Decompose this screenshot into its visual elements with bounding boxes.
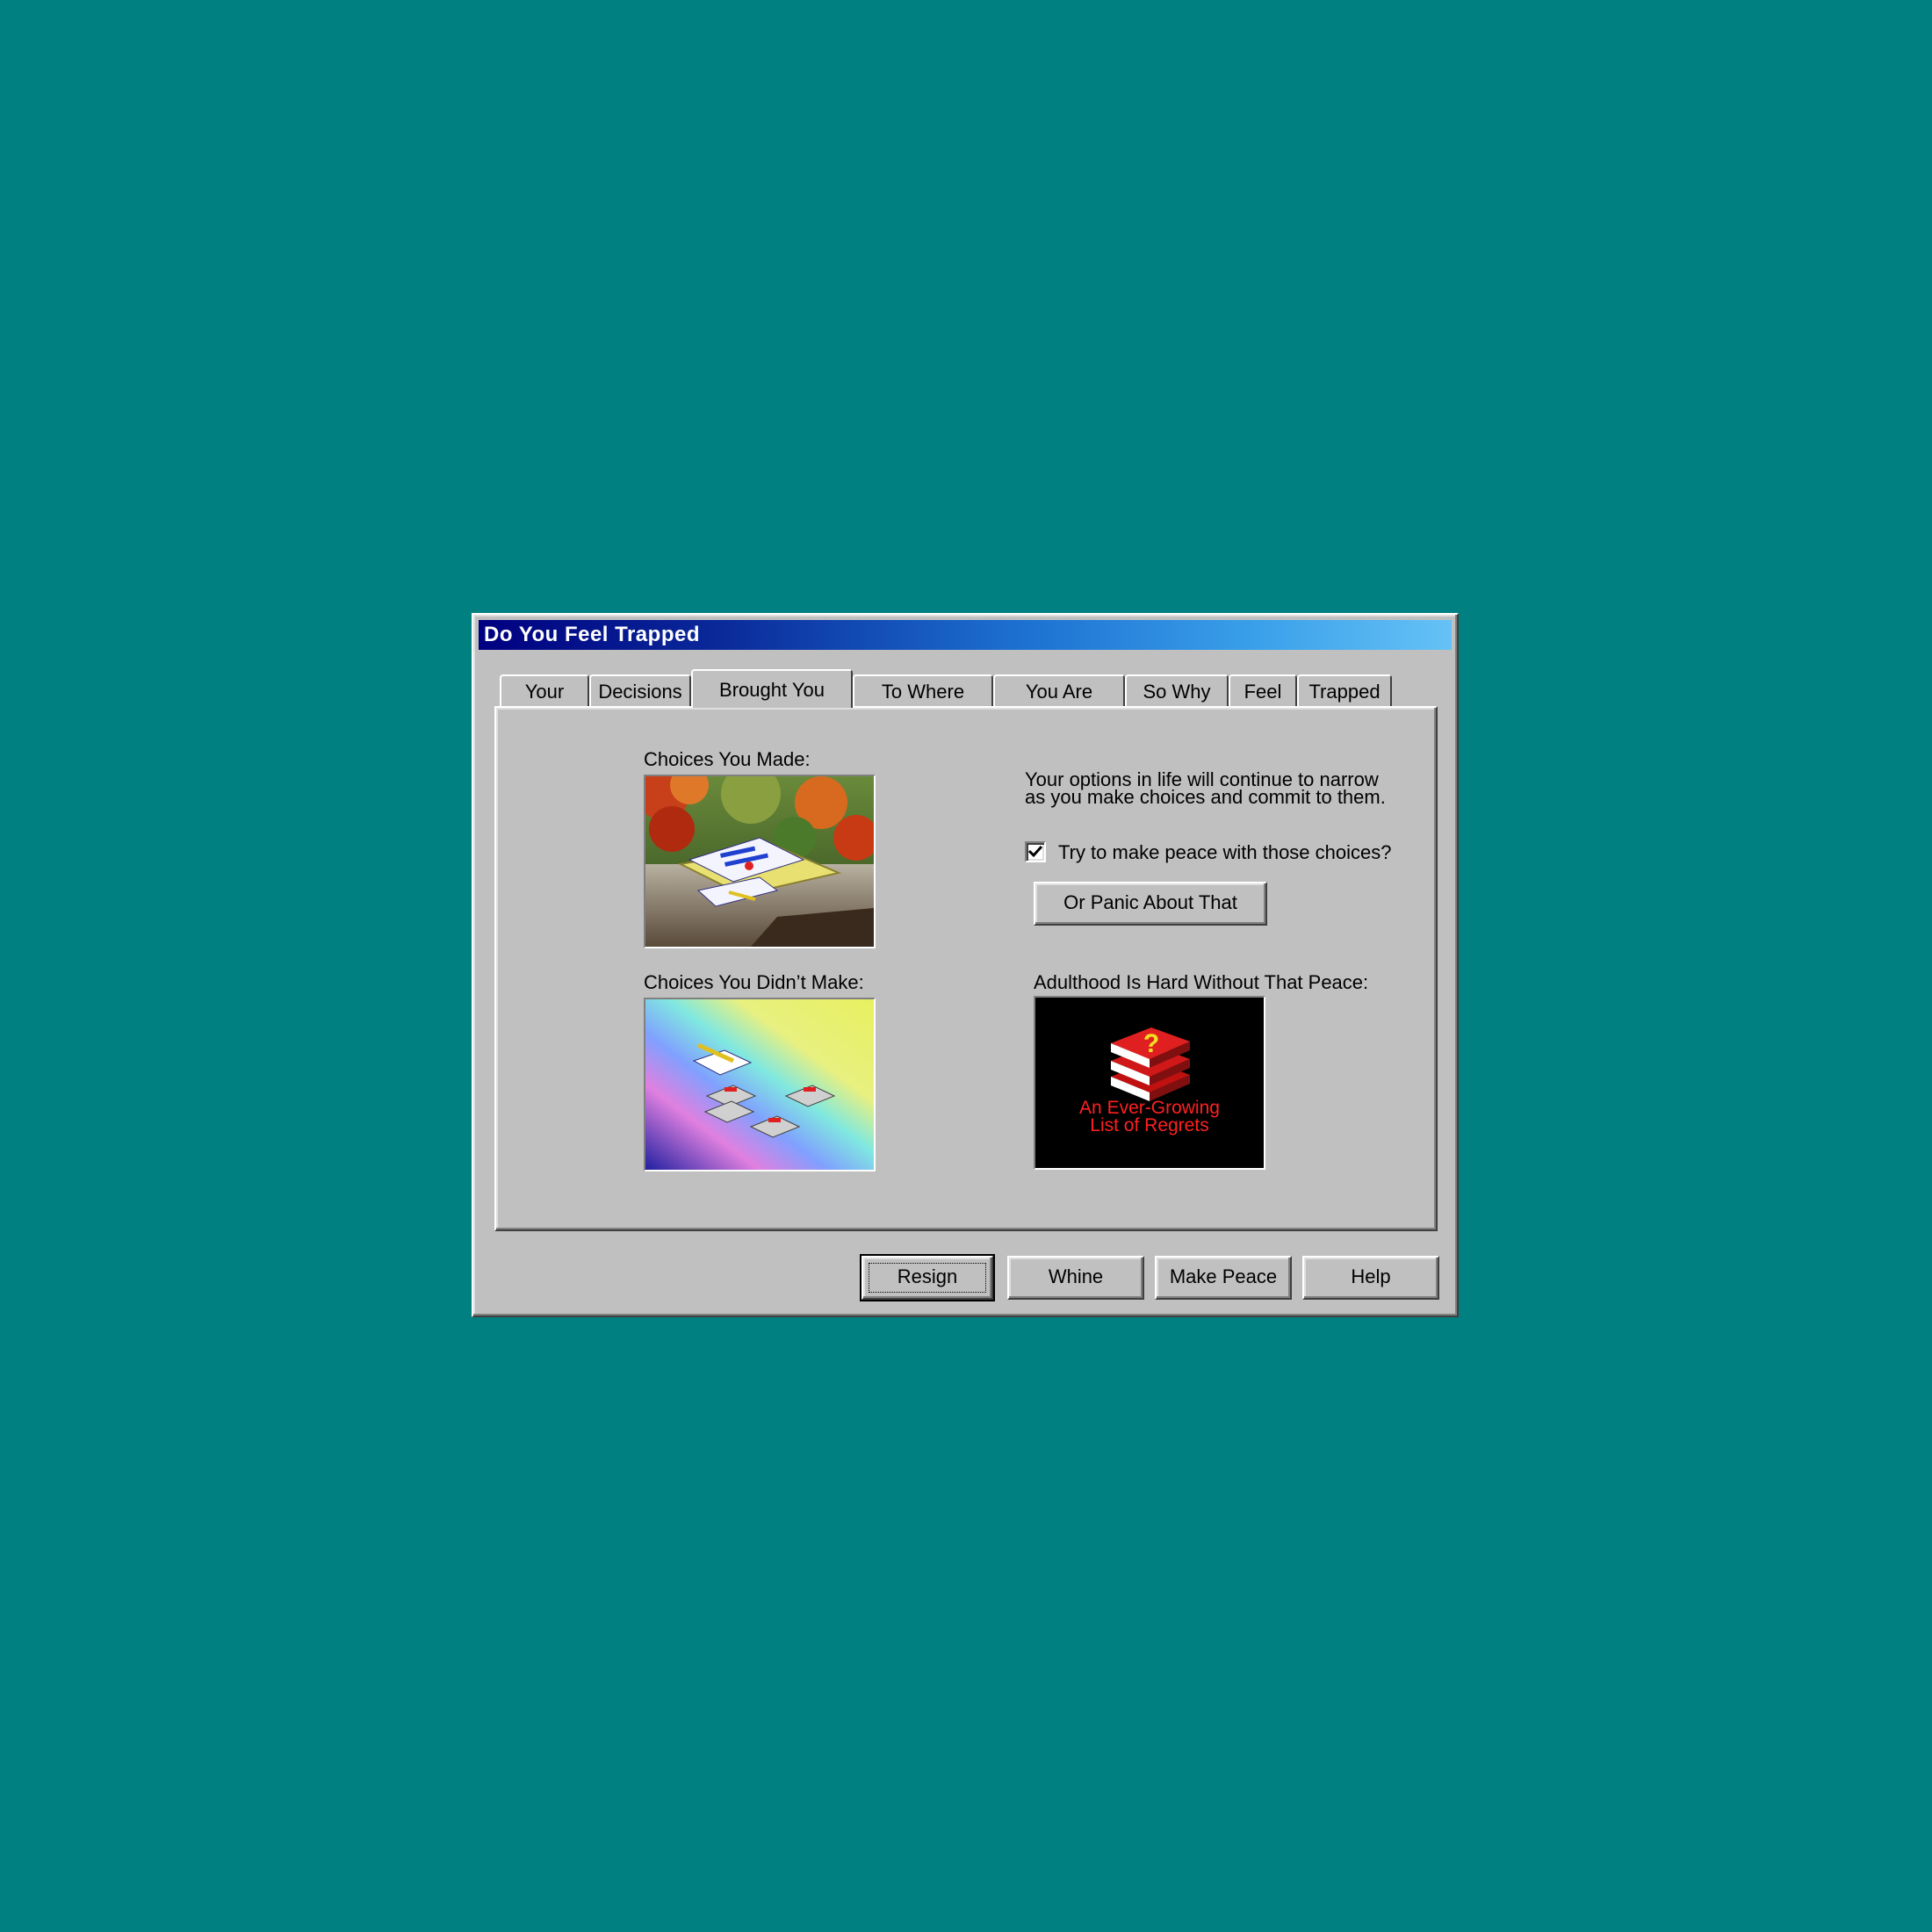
tab-panel: Choices You Made: Choices You Didn’t Mak…	[494, 706, 1438, 1231]
tab-label: To Where	[881, 681, 965, 703]
tab-feel[interactable]: Feel	[1229, 674, 1297, 708]
forest-folder-icon	[645, 776, 874, 947]
resign-button[interactable]: Resign	[860, 1254, 995, 1301]
whine-button[interactable]: Whine	[1007, 1256, 1144, 1300]
window-title: Do You Feel Trapped	[484, 623, 700, 646]
tab-trapped[interactable]: Trapped	[1297, 674, 1392, 708]
regrets-caption: An Ever-Growing List of Regrets	[1035, 1099, 1264, 1135]
tab-to-where[interactable]: To Where	[853, 674, 993, 708]
red-books-icon: ?	[1035, 998, 1264, 1168]
tab-label: Trapped	[1308, 681, 1381, 703]
regrets-line2: List of Regrets	[1090, 1115, 1209, 1135]
make-peace-button-label: Make Peace	[1169, 1265, 1278, 1287]
svg-text:?: ?	[1143, 1029, 1159, 1058]
regrets-image: ? An Ever-Growing List of Regrets	[1034, 996, 1265, 1170]
tab-label: You Are	[1025, 681, 1093, 703]
whine-button-label: Whine	[1048, 1265, 1104, 1287]
checkbox-label[interactable]: Try to make peace with those choices?	[1058, 841, 1391, 864]
peace-checkbox[interactable]	[1025, 841, 1046, 862]
choices-made-label: Choices You Made:	[644, 748, 811, 770]
make-peace-button[interactable]: Make Peace	[1155, 1256, 1292, 1300]
choices-made-image	[644, 775, 876, 948]
panic-button-label: Or Panic About That	[1063, 891, 1237, 913]
tab-decisions[interactable]: Decisions	[589, 674, 691, 708]
tab-label: Feel	[1244, 681, 1282, 703]
options-text: Your options in life will continue to na…	[1025, 770, 1411, 808]
panic-button[interactable]: Or Panic About That	[1034, 882, 1267, 926]
choices-not-made-image	[644, 998, 876, 1171]
tab-label: So Why	[1143, 681, 1211, 703]
help-button[interactable]: Help	[1302, 1256, 1439, 1300]
regrets-line1: An Ever-Growing	[1079, 1098, 1220, 1118]
checkmark-icon	[1027, 845, 1043, 858]
help-button-label: Help	[1351, 1265, 1391, 1287]
dialog-window: Do You Feel Trapped Your Decisions Broug…	[472, 613, 1459, 1317]
tab-label: Brought You	[719, 679, 825, 701]
tab-brought-you[interactable]: Brought You	[691, 669, 853, 708]
focus-rectangle	[869, 1263, 986, 1293]
tab-label: Your	[524, 681, 565, 703]
tab-your[interactable]: Your	[500, 674, 589, 708]
choices-not-made-label: Choices You Didn’t Make:	[644, 971, 864, 993]
adulthood-label: Adulthood Is Hard Without That Peace:	[1034, 971, 1369, 993]
tab-you-are[interactable]: You Are	[993, 674, 1125, 708]
tab-so-why[interactable]: So Why	[1125, 674, 1229, 708]
floppy-disks-icon	[645, 999, 874, 1170]
title-bar[interactable]: Do You Feel Trapped	[479, 620, 1452, 650]
tab-label: Decisions	[598, 681, 682, 703]
options-text-line2: as you make choices and commit to them.	[1025, 786, 1386, 808]
